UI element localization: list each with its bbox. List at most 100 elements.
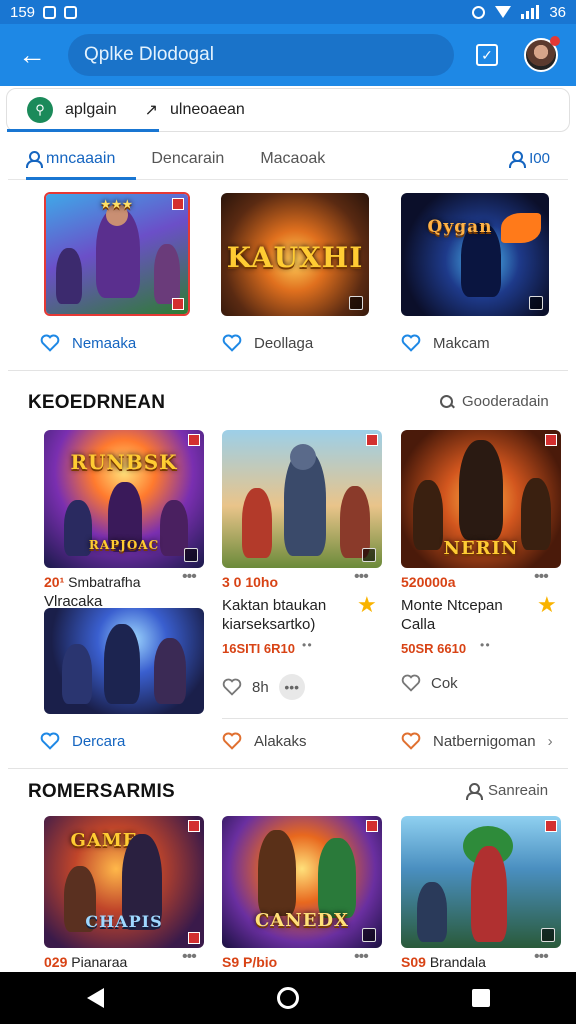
game-meta: S9 P/bio (222, 954, 277, 970)
heart-icon[interactable] (401, 674, 421, 692)
game-meta: 20¹ Smbatrafha (44, 574, 141, 590)
more-options-icon[interactable]: ••• (182, 568, 197, 586)
section-link[interactable]: Gooderadain (440, 393, 549, 410)
heart-icon[interactable] (222, 678, 242, 696)
more-options-icon: • • (302, 638, 312, 652)
chip-primary[interactable]: aplgain (65, 101, 117, 119)
alarm-icon (472, 5, 486, 19)
favorite-label: Dercara (72, 732, 126, 750)
game-card-image[interactable]: Qygan (401, 193, 549, 316)
tab-label: Macaoak (260, 149, 326, 167)
chip-secondary-label: ulneoaean (170, 101, 245, 118)
section-title: ROMERSARMIS (28, 781, 175, 802)
tab-bar: mncaaain Dencarain Macaoak I00 (8, 138, 568, 180)
game-rating[interactable]: 8h ••• (222, 674, 305, 700)
favorite-label: Makcam (433, 334, 490, 352)
game-card-image[interactable]: ★★★ (44, 192, 190, 316)
game-meta: S09 Brandala (401, 954, 486, 970)
game-price: 16SITI 6R10 (222, 641, 295, 656)
section-link[interactable]: Sanreain (466, 782, 549, 800)
game-card-image[interactable]: RUNBSK RAPJOAC (44, 430, 204, 568)
section-link-label: Sanreain (488, 782, 549, 799)
more-options-icon[interactable]: ••• (534, 568, 549, 586)
search-text: Qplke Dlodogal (84, 44, 214, 65)
checkbox-icon[interactable]: ✓ (476, 44, 498, 66)
game-card-image[interactable]: KAUXHI (221, 193, 369, 316)
chip-underline (7, 129, 159, 132)
tab-2[interactable]: Dencarain (151, 150, 224, 168)
search-icon (440, 394, 454, 409)
section-link-label: Gooderadain (462, 393, 549, 410)
chevron-right-icon[interactable]: › (548, 733, 553, 750)
search-icon[interactable]: ⚲ (27, 97, 53, 123)
game-art-subtitle: RAPJOAC (88, 538, 160, 552)
notification-icon (43, 5, 57, 19)
heart-icon[interactable] (40, 732, 60, 750)
person-icon (509, 151, 527, 168)
heart-icon[interactable] (401, 334, 421, 352)
game-number: S9 (222, 954, 240, 970)
section-title: KEOEDRNEAN (28, 392, 166, 413)
favorite-item[interactable]: Deollaga (222, 334, 313, 352)
chip-secondary[interactable]: ↗ ulneoaean (145, 100, 245, 120)
heart-icon[interactable] (222, 732, 242, 750)
back-arrow-icon[interactable]: ← (14, 37, 50, 73)
system-nav-bar (0, 972, 576, 1024)
heart-icon[interactable] (222, 334, 242, 352)
game-rating[interactable]: Cok (401, 674, 458, 692)
favorite-item[interactable]: Natbernigoman › (401, 732, 553, 750)
divider (222, 718, 568, 719)
favorite-item[interactable]: Makcam (401, 334, 490, 352)
favorite-label: Alakaks (254, 732, 307, 750)
game-card-image[interactable]: GAME CHAPIS (44, 816, 204, 948)
game-art-title: KAUXHI (226, 241, 364, 274)
more-options-icon[interactable]: ••• (534, 948, 549, 966)
game-card-image[interactable]: NERIN (401, 430, 561, 568)
signal-icon (521, 5, 540, 19)
search-input[interactable]: Qplke Dlodogal (68, 34, 454, 76)
favorite-item[interactable]: Nemaaka (40, 334, 136, 352)
person-icon (26, 151, 43, 168)
more-options-icon[interactable]: ••• (354, 948, 369, 966)
game-art-title: Qygan (427, 217, 493, 237)
wifi-icon (495, 6, 512, 18)
heart-icon[interactable] (401, 732, 421, 750)
nav-back-icon[interactable] (86, 988, 104, 1008)
game-art-subtitle: CANEDX (254, 910, 350, 931)
person-icon (466, 783, 483, 800)
favorite-item[interactable]: Dercara (40, 732, 125, 750)
game-name: 000a (424, 574, 456, 590)
game-name: Smbatrafha (68, 574, 141, 590)
game-card-image[interactable] (401, 816, 561, 948)
game-number: 20¹ (44, 574, 65, 590)
heart-icon[interactable] (40, 334, 60, 352)
game-art-title: RUNBSK (70, 450, 178, 474)
edit-icon: ↗ (144, 102, 159, 119)
game-meta: 3 0 10ho (222, 574, 278, 590)
more-options-icon: • • (480, 638, 490, 652)
star-icon[interactable]: ★ (537, 592, 557, 618)
game-name: Brandala (429, 954, 486, 970)
game-card-image[interactable] (44, 608, 204, 714)
game-number: 029 (44, 954, 68, 970)
tab-1[interactable]: mncaaain (26, 150, 115, 168)
more-options-icon[interactable]: ••• (182, 948, 197, 966)
favorite-item[interactable]: Alakaks (222, 732, 307, 750)
star-icon[interactable]: ★ (357, 592, 377, 618)
game-meta: 520000a (401, 574, 456, 590)
more-options-icon[interactable]: ••• (354, 568, 369, 586)
divider (8, 768, 568, 769)
nav-recents-icon[interactable] (471, 989, 490, 1007)
avatar[interactable] (524, 36, 560, 72)
tab-account[interactable]: I00 (509, 150, 550, 168)
tab-3[interactable]: Macaoak (260, 150, 325, 168)
nav-home-icon[interactable] (276, 987, 299, 1009)
game-number: 520 (401, 574, 425, 590)
more-options-button[interactable]: ••• (278, 674, 305, 700)
status-bar: 159 36 (0, 0, 576, 24)
notification-icon (64, 5, 78, 19)
divider (8, 370, 568, 371)
game-card-image[interactable] (222, 430, 382, 568)
game-card-image[interactable]: CANEDX (222, 816, 382, 948)
favorite-label: Deollaga (254, 334, 314, 352)
